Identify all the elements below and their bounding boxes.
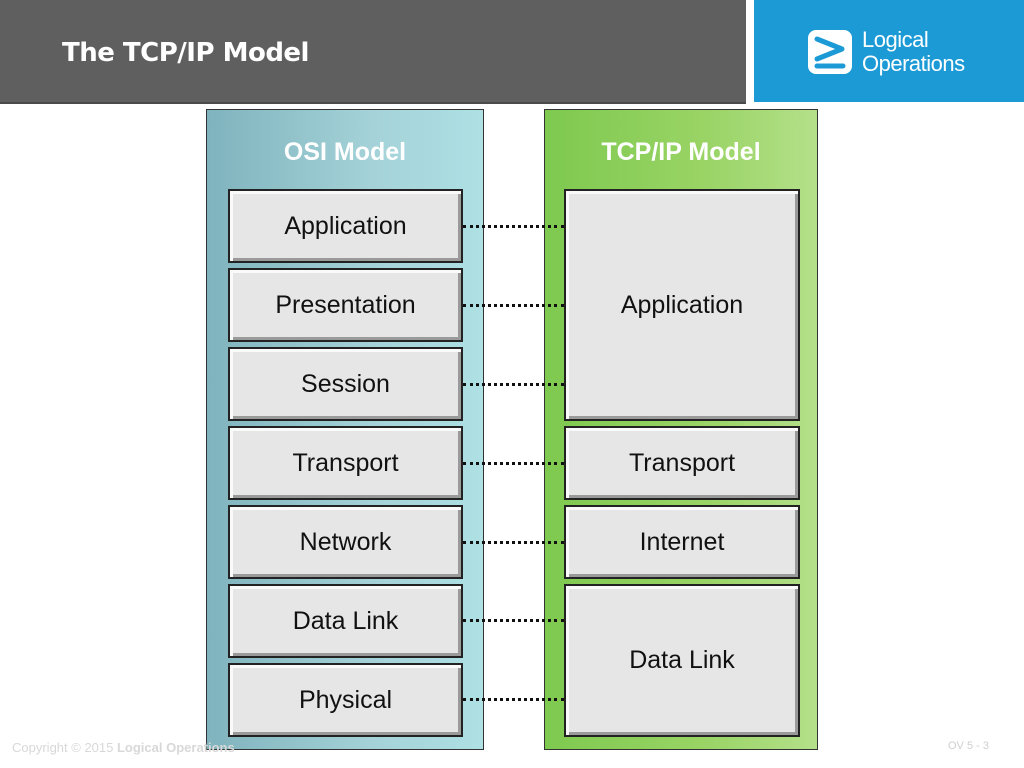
- logo-line-2: Operations: [862, 51, 965, 76]
- page-number: OV 5 - 3: [948, 740, 989, 752]
- connector-physical: [463, 698, 564, 701]
- connector-data-link: [463, 619, 564, 622]
- tcpip-layer-internet: Internet: [564, 505, 800, 579]
- tcpip-model-title: TCP/IP Model: [601, 138, 761, 166]
- osi-layer-transport: Transport: [228, 426, 463, 500]
- tcpip-layer-data-link: Data Link: [564, 584, 800, 737]
- osi-layer-physical: Physical: [228, 663, 463, 737]
- connector-network: [463, 541, 564, 544]
- connector-session: [463, 383, 564, 386]
- copyright-prefix: Copyright © 2015: [12, 740, 117, 755]
- slide-title: The TCP/IP Model: [62, 38, 309, 68]
- osi-model-title: OSI Model: [283, 138, 407, 166]
- connector-application: [463, 225, 564, 228]
- logo-line-1: Logical: [862, 27, 929, 52]
- tcpip-layer-application: Application: [564, 189, 800, 421]
- connector-presentation: [463, 304, 564, 307]
- tcpip-layer-transport: Transport: [564, 426, 800, 500]
- osi-layer-session: Session: [228, 347, 463, 421]
- logo-text: Logical Operations: [862, 28, 965, 76]
- osi-layer-data-link: Data Link: [228, 584, 463, 658]
- logical-operations-logo-icon: [808, 30, 852, 74]
- osi-layer-application: Application: [228, 189, 463, 263]
- copyright-notice: Copyright © 2015 Logical Operations: [12, 740, 235, 755]
- copyright-company: Logical Operations: [116, 740, 235, 755]
- title-bar: The TCP/IP Model: [0, 0, 746, 104]
- connector-transport: [463, 462, 564, 465]
- osi-layer-network: Network: [228, 505, 463, 579]
- osi-layer-presentation: Presentation: [228, 268, 463, 342]
